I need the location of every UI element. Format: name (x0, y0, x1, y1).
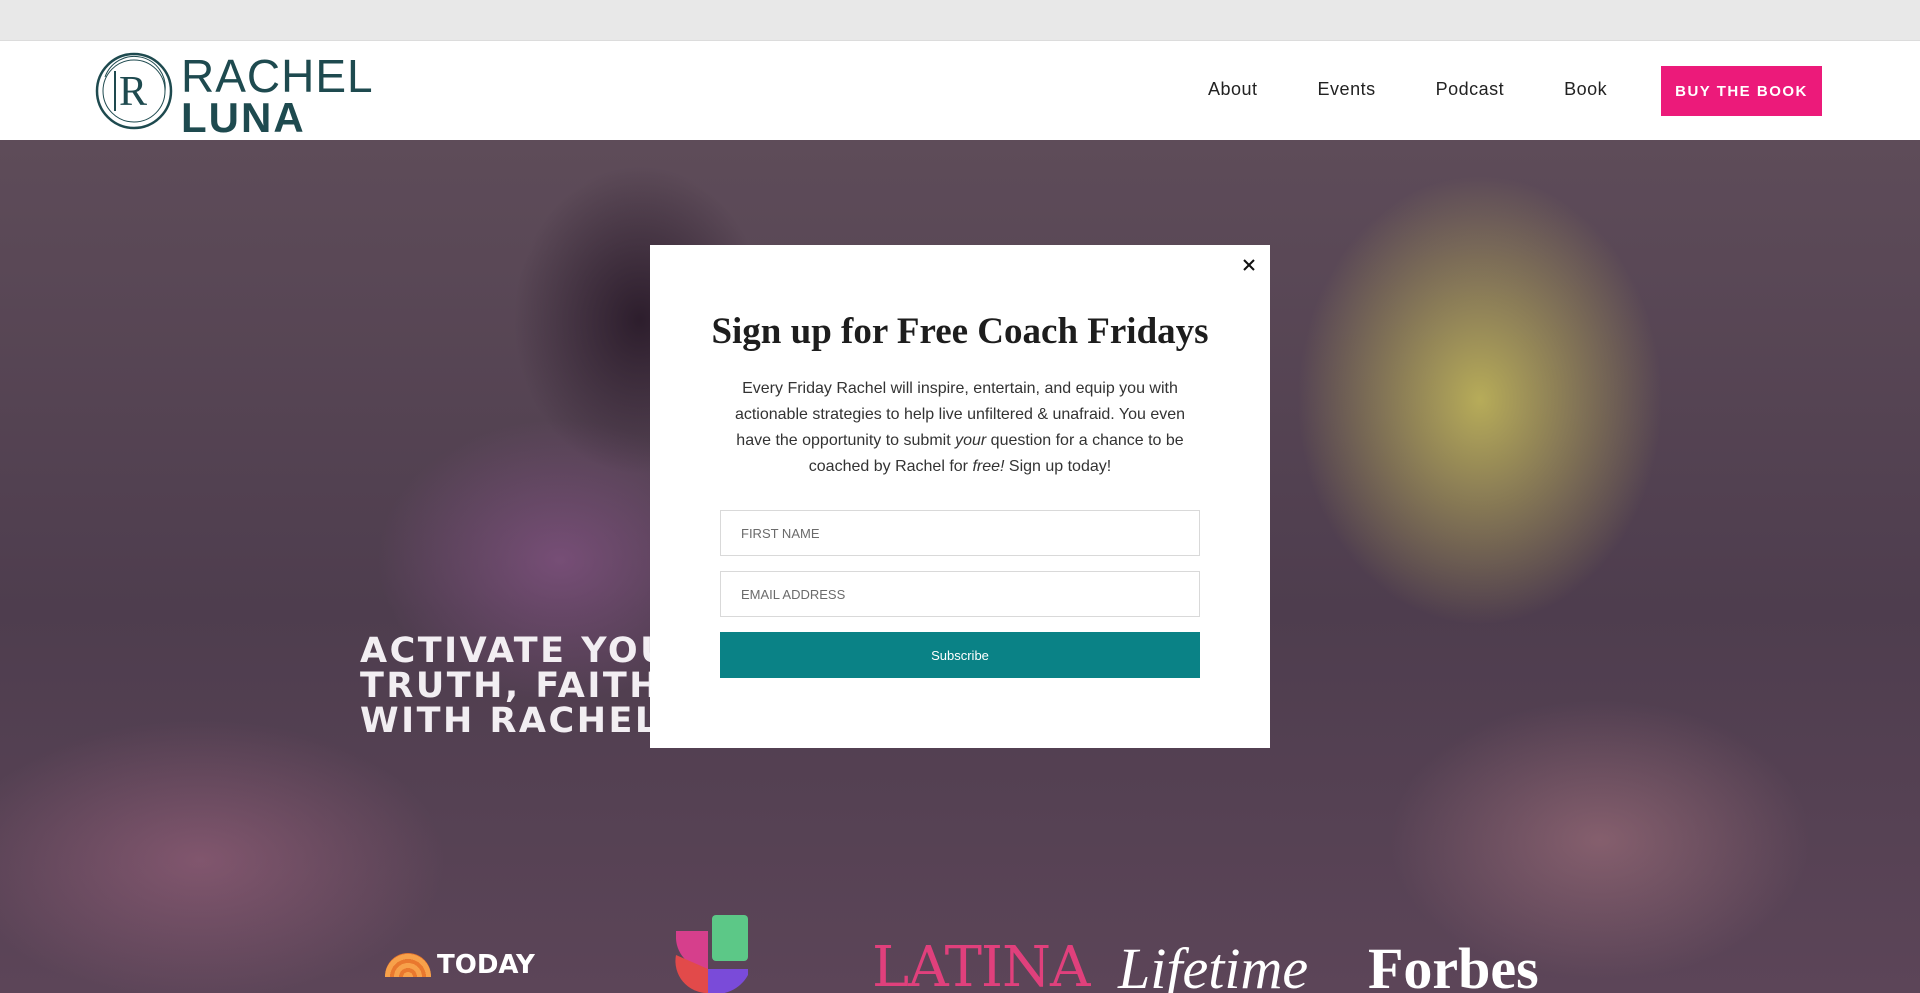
today-logo: TODAY (385, 950, 535, 980)
buy-the-book-button[interactable]: BUY THE BOOK (1661, 66, 1822, 116)
site-header: R RACHEL LUNA About Events Podcast Book … (0, 40, 1920, 140)
nav-book[interactable]: Book (1564, 79, 1607, 100)
top-bar (0, 0, 1920, 40)
site-logo[interactable]: R RACHEL LUNA (95, 51, 373, 139)
email-input[interactable] (720, 571, 1200, 617)
modal-title: Sign up for Free Coach Fridays (711, 311, 1209, 352)
first-name-input[interactable] (720, 510, 1200, 556)
latina-logo: LATINA (872, 935, 1090, 993)
logo-last-name: LUNA (181, 94, 306, 141)
logo-monogram-icon: R (95, 52, 173, 130)
subscribe-button[interactable]: Subscribe (720, 632, 1200, 678)
univision-logo (675, 915, 748, 993)
modal-text: Sign up today! (1004, 458, 1112, 475)
main-nav: About Events Podcast Book (1208, 79, 1607, 100)
nav-about[interactable]: About (1208, 79, 1258, 100)
modal-text-emphasis: your (955, 432, 987, 449)
today-rainbow-icon (385, 953, 431, 977)
logo-first-name: RACHEL (181, 50, 374, 102)
lifetime-logo: Lifetime (1118, 936, 1309, 993)
logo-wordmark: RACHEL LUNA (181, 53, 374, 139)
close-icon[interactable] (1236, 252, 1262, 278)
modal-text-emphasis: free! (972, 458, 1005, 475)
nav-podcast[interactable]: Podcast (1436, 79, 1505, 100)
nav-events[interactable]: Events (1318, 79, 1376, 100)
forbes-logo: Forbes (1368, 936, 1539, 993)
modal-description: Every Friday Rachel will inspire, entert… (720, 376, 1200, 480)
svg-text:R: R (119, 69, 147, 115)
close-x-icon (1243, 259, 1255, 271)
today-logo-text: TODAY (437, 950, 535, 980)
